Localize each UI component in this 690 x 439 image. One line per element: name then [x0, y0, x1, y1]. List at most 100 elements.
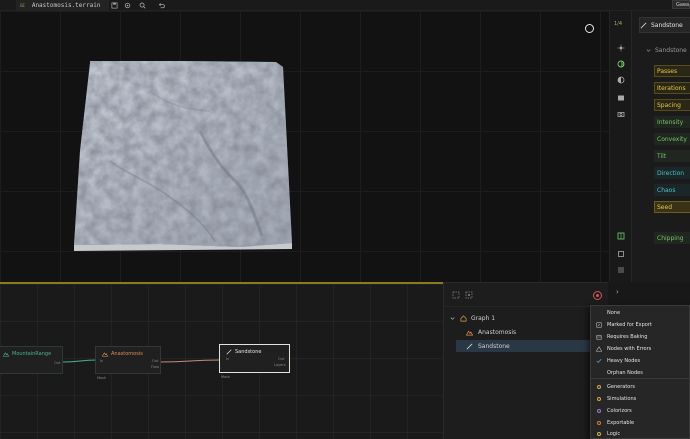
node-mountainrange[interactable]: MountainRange Out	[0, 346, 63, 374]
terrain-preview	[74, 61, 292, 251]
expand-icon[interactable]	[452, 291, 460, 299]
dot-icon	[595, 407, 602, 414]
menu-item-nodes-with-errors[interactable]: Nodes with Errors	[591, 343, 690, 354]
save-icon[interactable]	[110, 1, 118, 9]
menu-item-label: Nodes with Errors	[607, 345, 652, 352]
title-bar: GE Anastomosis.terrain Gaea 2	[0, 0, 690, 11]
property-passes[interactable]: Passes	[654, 65, 690, 77]
dot-icon	[595, 419, 602, 426]
focus-icon[interactable]	[465, 291, 473, 299]
menu-item-marked-for-export[interactable]: Marked for Export	[591, 319, 690, 330]
settings-icon[interactable]	[123, 1, 131, 9]
filter-button[interactable]	[593, 291, 602, 300]
menu-item-colorizors[interactable]: Colorizors	[591, 405, 690, 416]
node-title: Sandstone	[235, 349, 262, 355]
box-icon[interactable]	[616, 249, 626, 259]
menu-item-exportable[interactable]: Exportable	[591, 417, 690, 428]
search-icon[interactable]	[138, 1, 146, 9]
tree-item-label: Sandstone	[478, 342, 510, 350]
export-icon	[595, 321, 602, 328]
property-chaos[interactable]: Chaos	[654, 184, 690, 196]
menu-item-label: None	[607, 309, 621, 316]
properties-section-header[interactable]: Sandstone	[646, 47, 687, 54]
layers-icon[interactable]	[616, 93, 626, 103]
camera-icon[interactable]	[616, 109, 626, 119]
sun-icon[interactable]	[616, 43, 626, 53]
undo-icon[interactable]	[157, 1, 165, 9]
node-graph[interactable]: MountainRange Out Anastomosis In Out Flo…	[0, 282, 443, 439]
dot-icon	[595, 383, 602, 390]
menu-item-logic[interactable]: Logic	[591, 428, 690, 439]
property-iterations[interactable]: Iterations	[654, 82, 690, 94]
bake-icon	[595, 333, 602, 340]
node-extra-port[interactable]: Layers	[274, 363, 286, 367]
menu-item-label: Marked for Export	[607, 321, 652, 328]
property-chipping[interactable]: Chipping	[654, 232, 690, 244]
menu-item-label: Heavy Nodes	[607, 357, 641, 364]
property-intensity[interactable]: Intensity	[654, 116, 690, 128]
brush-icon	[640, 22, 647, 28]
node-mask-label[interactable]: Mask	[97, 376, 106, 380]
menu-item-generators[interactable]: Generators	[591, 381, 690, 392]
node-output-port[interactable]: Out	[278, 357, 284, 361]
filter-dropdown-menu: None Marked for Export Requires Baking Node…	[590, 305, 690, 439]
properties-tab[interactable]: Sandstone	[639, 17, 690, 33]
node-anastomosis[interactable]: Anastomosis In Out Flow	[95, 346, 161, 374]
menu-item-requires-baking[interactable]: Requires Baking	[591, 331, 690, 342]
property-seed[interactable]: Seed	[654, 201, 690, 213]
property-tilt[interactable]: Tilt	[654, 150, 690, 162]
menu-separator	[591, 378, 690, 379]
tree-item-label: Anastomosis	[478, 328, 517, 336]
dot-icon	[595, 395, 602, 402]
node-sandstone[interactable]: Sandstone In Out Layers	[219, 344, 290, 373]
brush-icon	[466, 343, 473, 349]
properties-tab-title: Sandstone	[651, 21, 683, 29]
menu-item-simulations[interactable]: Simulations	[591, 393, 690, 404]
menu-item-label: Colorizors	[607, 407, 632, 414]
menu-item-label: Requires Baking	[607, 333, 648, 340]
file-badge: GE	[20, 3, 25, 8]
tree-row-anastomosis[interactable]: Anastomosis	[466, 326, 596, 338]
grid-icon[interactable]	[616, 231, 626, 241]
node-input-port[interactable]: In	[100, 359, 103, 363]
outline-toolbar	[444, 283, 609, 307]
menu-item-none[interactable]: None	[591, 307, 690, 318]
lines-icon[interactable]	[616, 265, 626, 275]
graph-outline-panel: Graph 1 Anastomosis Sandstone	[443, 282, 609, 439]
file-name: Anastomosis.terrain	[31, 2, 101, 9]
file-tab[interactable]: GE Anastomosis.terrain	[16, 0, 109, 11]
node-output-port[interactable]: Out	[54, 361, 60, 365]
menu-item-label: Simulations	[607, 395, 637, 402]
menu-item-label: Orphan Nodes	[607, 369, 643, 376]
brush-icon	[226, 349, 232, 355]
menu-item-label: Generators	[607, 383, 635, 390]
gaea-menu-button[interactable]: Gaea 2	[672, 0, 690, 9]
chevron-down-icon	[450, 316, 455, 320]
menu-item-heavy-nodes[interactable]: Heavy Nodes	[591, 355, 690, 366]
property-convexity[interactable]: Convexity	[654, 133, 690, 145]
property-direction[interactable]: Direction	[654, 167, 690, 179]
node-title: Anastomosis	[111, 351, 143, 357]
tree-row-sandstone[interactable]: Sandstone	[456, 340, 590, 352]
tree-row-graph[interactable]: Graph 1	[450, 312, 600, 324]
contrast-icon[interactable]	[616, 75, 626, 85]
property-spacing[interactable]: Spacing	[654, 99, 690, 111]
tree-graph-label: Graph 1	[471, 314, 496, 322]
properties-section-title: Sandstone	[655, 47, 687, 54]
properties-panel: Sandstone Sandstone Passes Iterations Spac…	[631, 11, 690, 282]
view-mode-toggle-icon[interactable]	[585, 24, 594, 33]
node-input-port[interactable]: In	[226, 357, 229, 361]
mountain-icon	[466, 329, 473, 335]
chevron-down-icon	[646, 49, 651, 52]
node-extra-port[interactable]: Flow	[151, 365, 159, 369]
dot-icon	[595, 430, 602, 437]
sphere-icon[interactable]	[616, 59, 626, 69]
node-output-port[interactable]: Out	[152, 359, 158, 363]
chevron-right-icon[interactable]: ›	[616, 288, 619, 296]
viewport-toolbar: 1/4	[609, 11, 631, 282]
node-mask-label[interactable]: Mask	[221, 375, 230, 379]
toolbar-badge: 1/4	[614, 21, 623, 27]
3d-viewport[interactable]	[0, 11, 609, 282]
node-title: MountainRange	[12, 351, 52, 357]
menu-item-orphan-nodes[interactable]: Orphan Nodes	[591, 367, 690, 378]
